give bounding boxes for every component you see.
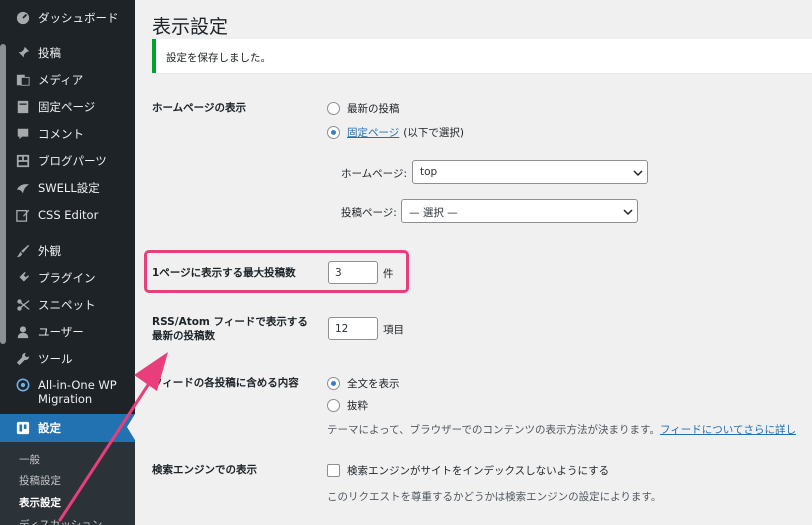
- homepage-display-label: ホームページの表示: [152, 102, 246, 114]
- sidebar-item-label: ブログパーツ: [38, 154, 107, 168]
- dashboard-icon: [16, 11, 30, 25]
- checkbox-label: 検索エンジンがサイトをインデックスしないようにする: [347, 465, 610, 477]
- sidebar-item-label: SWELL設定: [38, 181, 100, 195]
- noindex-checkbox[interactable]: [327, 464, 340, 477]
- highlight-box: [144, 250, 409, 293]
- search-engine-label: 検索エンジンでの表示: [152, 464, 257, 476]
- feed-count-input[interactable]: 12: [328, 317, 378, 340]
- static-page-link[interactable]: 固定ページ: [347, 125, 399, 140]
- sidebar-item-label: コメント: [38, 127, 84, 141]
- edit-icon: [16, 208, 30, 222]
- radio-button[interactable]: [327, 102, 340, 115]
- radio-full-text[interactable]: 全文を表示: [327, 376, 400, 391]
- page-icon: [16, 100, 30, 114]
- scissors-icon: [16, 298, 30, 312]
- sidebar-item-users[interactable]: ユーザー: [0, 319, 135, 345]
- sidebar-item-label: 外観: [38, 244, 61, 258]
- sidebar-item-pages[interactable]: 固定ページ: [0, 94, 135, 120]
- sidebar-item-label: ツール: [38, 352, 73, 366]
- main-content: 表示設定 設定を保存しました。 ホームページの表示 最新の投稿 固定ページ (以…: [135, 0, 812, 525]
- feed-count-unit: 項目: [383, 324, 404, 336]
- submenu-item-writing[interactable]: 投稿設定: [19, 473, 61, 488]
- page-title: 表示設定: [152, 16, 229, 38]
- comment-icon: [16, 127, 30, 141]
- current-menu-arrow: [127, 414, 135, 440]
- sidebar-item-tools[interactable]: ツール: [0, 346, 135, 372]
- radio-button[interactable]: [327, 126, 340, 139]
- settings-icon: [16, 421, 30, 435]
- sidebar-item-label: 固定ページ: [38, 100, 96, 114]
- chevron-down-icon: [623, 207, 633, 216]
- submenu-item-reading[interactable]: 表示設定: [19, 495, 61, 510]
- feed-help-link[interactable]: フィードについてさらに詳し: [660, 424, 796, 436]
- swell-icon: [16, 181, 30, 195]
- sidebar-item-snippets[interactable]: スニペット: [0, 292, 135, 318]
- pin-icon: [16, 46, 30, 60]
- front-page-select[interactable]: top: [412, 160, 648, 184]
- sidebar-item-settings[interactable]: 設定: [0, 414, 135, 442]
- sidebar-item-swell[interactable]: SWELL設定: [0, 175, 135, 201]
- sidebar-item-label: 設定: [38, 421, 61, 435]
- radio-latest-posts[interactable]: 最新の投稿: [327, 101, 400, 116]
- plugin-icon: [16, 271, 30, 285]
- brush-icon: [16, 244, 30, 258]
- radio-button[interactable]: [327, 399, 340, 412]
- sidebar-item-blog-parts[interactable]: ブログパーツ: [0, 148, 135, 174]
- admin-sidebar: ダッシュボード 投稿 メディア 固定ページ コメント ブログパーツ SWELL設…: [0, 0, 135, 525]
- sidebar-item-label: All-in-One WP Migration: [38, 378, 117, 406]
- radio-label: 抜粋: [347, 400, 368, 412]
- sidebar-item-label: CSS Editor: [38, 208, 99, 222]
- wrench-icon: [16, 352, 30, 366]
- blocks-icon: [16, 154, 30, 168]
- input-value: 12: [335, 323, 349, 335]
- sidebar-item-comments[interactable]: コメント: [0, 121, 135, 147]
- sidebar-item-migration[interactable]: All-in-One WP Migration: [0, 374, 135, 410]
- feed-content-description: テーマによって、ブラウザーでのコンテンツの表示方法が決まります。フィードについて…: [327, 422, 796, 437]
- front-page-label: ホームページ:: [341, 168, 408, 180]
- sidebar-item-label: 投稿: [38, 46, 61, 60]
- select-value: top: [420, 166, 438, 178]
- feed-content-label: フィードの各投稿に含める内容: [152, 377, 299, 389]
- radio-button[interactable]: [327, 377, 340, 390]
- feed-count-label-line1: RSS/Atom フィードで表示する: [152, 316, 308, 328]
- notice-text: 設定を保存しました。: [166, 52, 271, 64]
- search-engine-checkbox-row[interactable]: 検索エンジンがサイトをインデックスしないようにする: [327, 463, 609, 478]
- sidebar-item-appearance[interactable]: 外観: [0, 238, 135, 264]
- radio-suffix: (以下で選択): [403, 127, 464, 139]
- success-notice: 設定を保存しました。: [152, 39, 812, 73]
- settings-submenu: 一般 投稿設定 表示設定 ディスカッション: [0, 442, 135, 525]
- posts-page-select[interactable]: — 選択 —: [401, 199, 638, 223]
- radio-label: 最新の投稿: [347, 103, 400, 115]
- sidebar-item-css-editor[interactable]: CSS Editor: [0, 202, 135, 228]
- feed-count-label: RSS/Atom フィードで表示する 最新の投稿数: [152, 315, 308, 343]
- search-engine-description: このリクエストを尊重するかどうかは検索エンジンの設定によります。: [327, 491, 662, 503]
- sidebar-item-label: プラグイン: [38, 271, 96, 285]
- sidebar-item-posts[interactable]: 投稿: [0, 40, 135, 66]
- sidebar-item-label: メディア: [38, 73, 84, 87]
- sidebar-item-label: スニペット: [38, 298, 96, 312]
- sidebar-item-media[interactable]: メディア: [0, 67, 135, 93]
- sidebar-item-label: ユーザー: [38, 325, 84, 339]
- migration-icon: [16, 378, 30, 392]
- sidebar-item-label: ダッシュボード: [38, 11, 119, 25]
- chevron-down-icon: [633, 168, 643, 177]
- radio-static-page[interactable]: 固定ページ (以下で選択): [327, 125, 464, 140]
- select-value: — 選択 —: [409, 207, 458, 219]
- user-icon: [16, 325, 30, 339]
- radio-excerpt[interactable]: 抜粋: [327, 398, 368, 413]
- sidebar-item-plugins[interactable]: プラグイン: [0, 265, 135, 291]
- submenu-item-discussion[interactable]: ディスカッション: [19, 517, 102, 525]
- description-text: テーマによって、ブラウザーでのコンテンツの表示方法が決まります。: [327, 424, 660, 436]
- posts-page-label: 投稿ページ:: [341, 207, 397, 219]
- radio-label: 全文を表示: [347, 378, 400, 390]
- submenu-item-general[interactable]: 一般: [19, 452, 40, 467]
- feed-count-label-line2: 最新の投稿数: [152, 330, 215, 342]
- media-icon: [16, 73, 30, 87]
- sidebar-item-dashboard[interactable]: ダッシュボード: [0, 5, 135, 31]
